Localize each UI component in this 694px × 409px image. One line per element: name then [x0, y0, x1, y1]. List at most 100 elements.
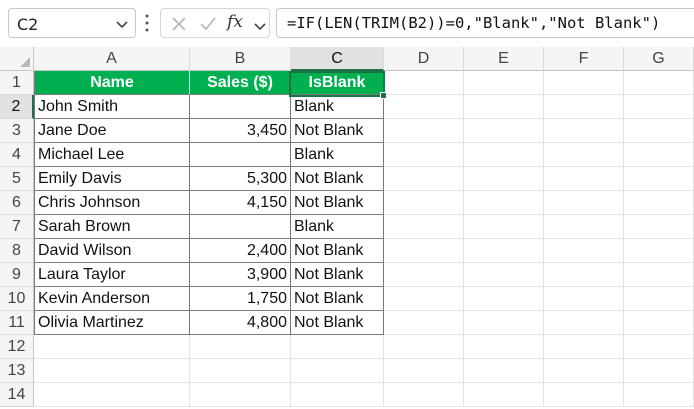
sales-cell[interactable]: 4,800 [190, 311, 291, 335]
cell[interactable] [624, 191, 694, 215]
cell[interactable] [624, 263, 694, 287]
x-icon[interactable] [170, 15, 188, 33]
isblank-cell[interactable]: Blank [291, 143, 384, 167]
name-cell[interactable]: Emily Davis [34, 167, 190, 191]
column-header-b[interactable]: B [190, 47, 291, 71]
column-header-f[interactable]: F [544, 47, 624, 71]
sales-cell[interactable]: 1,750 [190, 287, 291, 311]
cell[interactable] [464, 287, 544, 311]
cell[interactable] [384, 119, 464, 143]
chevron-down-icon[interactable] [253, 17, 267, 35]
sales-cell[interactable]: 4,150 [190, 191, 291, 215]
cell[interactable] [624, 167, 694, 191]
cell[interactable] [190, 383, 291, 407]
sales-cell[interactable] [190, 143, 291, 167]
isblank-cell[interactable]: Not Blank [291, 119, 384, 143]
cell[interactable] [464, 119, 544, 143]
cell[interactable] [544, 71, 624, 95]
cell[interactable] [624, 95, 694, 119]
row-header-11[interactable]: 11 [0, 311, 34, 335]
row-header-1[interactable]: 1 [0, 71, 34, 95]
cell[interactable] [544, 167, 624, 191]
isblank-cell[interactable]: Blank [291, 95, 384, 119]
fx-icon[interactable]: fx [227, 12, 253, 32]
cell[interactable] [384, 95, 464, 119]
name-cell[interactable]: John Smith [34, 95, 190, 119]
table-header-cell[interactable]: Name [34, 71, 190, 95]
cell[interactable] [544, 143, 624, 167]
row-header-8[interactable]: 8 [0, 239, 34, 263]
cell[interactable] [624, 239, 694, 263]
fill-handle[interactable] [380, 92, 387, 99]
more-options-icon[interactable] [145, 13, 149, 33]
row-header-14[interactable]: 14 [0, 383, 34, 407]
cell[interactable] [624, 335, 694, 359]
cell[interactable] [544, 287, 624, 311]
sales-cell[interactable]: 2,400 [190, 239, 291, 263]
name-cell[interactable]: David Wilson [34, 239, 190, 263]
row-header-9[interactable]: 9 [0, 263, 34, 287]
cell[interactable] [544, 191, 624, 215]
column-header-d[interactable]: D [384, 47, 464, 71]
name-cell[interactable]: Chris Johnson [34, 191, 190, 215]
cell[interactable] [544, 95, 624, 119]
cell[interactable] [624, 287, 694, 311]
cell[interactable] [624, 359, 694, 383]
row-header-3[interactable]: 3 [0, 119, 34, 143]
name-cell[interactable]: Kevin Anderson [34, 287, 190, 311]
cell[interactable] [464, 95, 544, 119]
cell[interactable] [464, 311, 544, 335]
cell[interactable] [464, 359, 544, 383]
name-cell[interactable]: Sarah Brown [34, 215, 190, 239]
row-header-5[interactable]: 5 [0, 167, 34, 191]
row-header-10[interactable]: 10 [0, 287, 34, 311]
cell[interactable] [464, 383, 544, 407]
cell[interactable] [544, 119, 624, 143]
cell[interactable] [464, 167, 544, 191]
row-header-13[interactable]: 13 [0, 359, 34, 383]
cell[interactable] [384, 383, 464, 407]
cell[interactable] [384, 239, 464, 263]
column-header-g[interactable]: G [624, 47, 694, 71]
check-icon[interactable] [199, 15, 217, 33]
formula-input[interactable]: =IF(LEN(TRIM(B2))=0,"Blank","Not Blank") [276, 8, 694, 38]
isblank-cell[interactable]: Not Blank [291, 191, 384, 215]
cell[interactable] [544, 359, 624, 383]
row-header-7[interactable]: 7 [0, 215, 34, 239]
cell[interactable] [544, 239, 624, 263]
cell[interactable] [291, 335, 384, 359]
cell[interactable] [291, 383, 384, 407]
isblank-cell[interactable]: Not Blank [291, 263, 384, 287]
row-header-12[interactable]: 12 [0, 335, 34, 359]
name-cell[interactable]: Michael Lee [34, 143, 190, 167]
cell[interactable] [464, 191, 544, 215]
cell[interactable] [34, 359, 190, 383]
cell[interactable] [544, 383, 624, 407]
row-header-6[interactable]: 6 [0, 191, 34, 215]
cell[interactable] [544, 311, 624, 335]
cell[interactable] [464, 71, 544, 95]
cell[interactable] [384, 71, 464, 95]
sales-cell[interactable]: 3,900 [190, 263, 291, 287]
column-header-e[interactable]: E [464, 47, 544, 71]
cell[interactable] [464, 215, 544, 239]
cell[interactable] [291, 359, 384, 383]
cell[interactable] [624, 119, 694, 143]
cell[interactable] [624, 143, 694, 167]
cell[interactable] [384, 287, 464, 311]
cell[interactable] [384, 311, 464, 335]
name-cell[interactable]: Jane Doe [34, 119, 190, 143]
cell[interactable] [384, 335, 464, 359]
select-all-corner[interactable] [0, 47, 34, 71]
isblank-cell[interactable]: Not Blank [291, 167, 384, 191]
cell[interactable] [384, 359, 464, 383]
table-header-cell[interactable]: IsBlank [291, 71, 384, 95]
cell[interactable] [464, 335, 544, 359]
sales-cell[interactable] [190, 95, 291, 119]
cell[interactable] [544, 263, 624, 287]
isblank-cell[interactable]: Blank [291, 215, 384, 239]
cell[interactable] [624, 71, 694, 95]
cell[interactable] [464, 263, 544, 287]
column-header-c[interactable]: C [291, 47, 384, 71]
row-header-2[interactable]: 2 [0, 95, 34, 119]
